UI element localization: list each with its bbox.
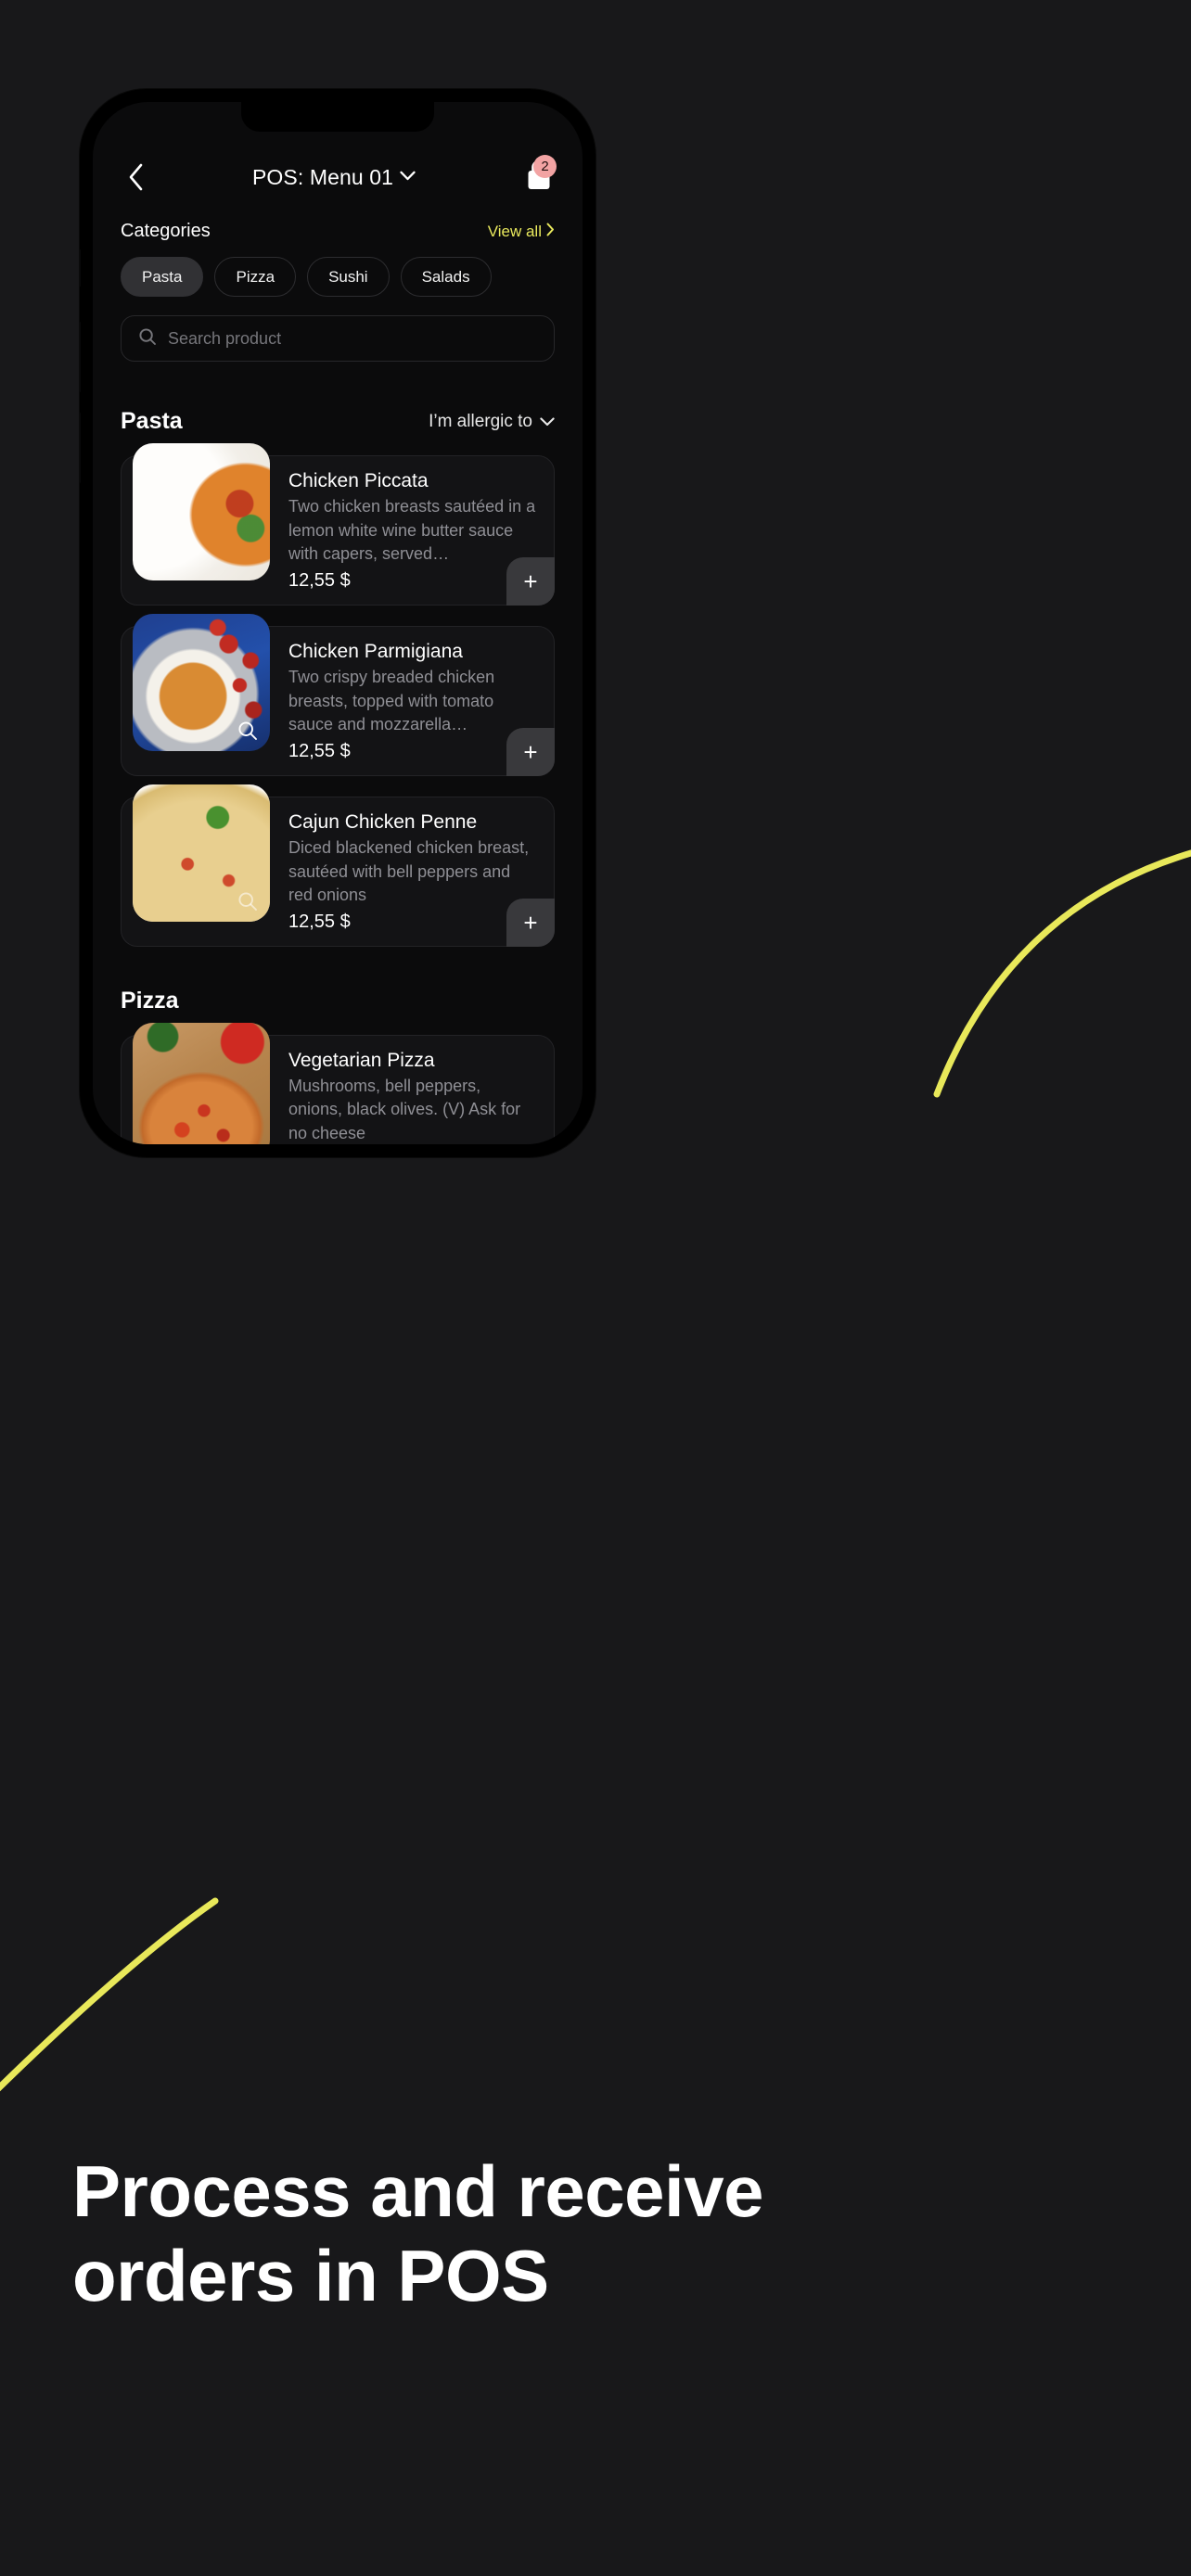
- phone-notch: [241, 102, 434, 132]
- add-to-cart-button[interactable]: +: [506, 898, 555, 947]
- add-to-cart-button[interactable]: +: [506, 727, 555, 776]
- caption-line-1: Process and receive: [72, 2150, 763, 2232]
- menu-selector[interactable]: POS: Menu 01: [152, 165, 516, 190]
- section-header-pizza: Pizza: [93, 947, 583, 1014]
- section-title: Pasta: [121, 408, 183, 434]
- section-header-pasta: Pasta I’m allergic to: [93, 380, 583, 435]
- cart-count-badge: 2: [533, 155, 557, 178]
- app-header: POS: Menu 01 2: [93, 147, 583, 208]
- view-all-label: View all: [487, 223, 542, 240]
- menu-item-price: 12,55 $: [288, 740, 351, 761]
- chevron-down-icon: [540, 412, 555, 432]
- menu-item-description: Two chicken breasts sautéed in a lemon w…: [288, 497, 536, 564]
- search-icon: [138, 327, 157, 351]
- caption-line-2: orders in POS: [72, 2235, 549, 2317]
- search-placeholder: Search product: [168, 328, 282, 348]
- menu-item-thumbnail[interactable]: [133, 613, 270, 751]
- menu-item-card[interactable]: Chicken Piccata Two chicken breasts saut…: [121, 443, 555, 606]
- category-chip-salads[interactable]: Salads: [400, 257, 492, 297]
- categories-label: Categories: [121, 221, 211, 241]
- add-to-cart-button[interactable]: +: [506, 556, 555, 606]
- menu-item-name: Cajun Chicken Penne: [288, 810, 478, 833]
- phone-device-frame: POS: Menu 01 2 Categories View all Pasta…: [80, 89, 596, 1157]
- menu-item-description: Mushrooms, bell peppers, onions, black o…: [288, 1076, 521, 1143]
- menu-item-thumbnail[interactable]: [133, 1022, 270, 1144]
- chevron-down-icon: [400, 169, 416, 185]
- promo-caption: Process and receive orders in POS: [72, 2149, 1121, 2319]
- phone-screen: POS: Menu 01 2 Categories View all Pasta…: [93, 102, 583, 1144]
- food-photo: [133, 1022, 270, 1144]
- zoom-icon[interactable]: [235, 718, 261, 744]
- phone-volume-down-button: [80, 412, 81, 484]
- category-chip-sushi[interactable]: Sushi: [307, 257, 390, 297]
- chevron-left-icon: [127, 162, 146, 192]
- phone-volume-up-button: [80, 321, 81, 393]
- menu-item-name: Vegetarian Pizza: [288, 1049, 435, 1071]
- menu-item-description: Diced blackened chicken breast, sautéed …: [288, 838, 530, 905]
- menu-item-card[interactable]: Chicken Parmigiana Two crispy breaded ch…: [121, 613, 555, 776]
- view-all-link[interactable]: View all: [488, 223, 555, 241]
- category-chip-pizza[interactable]: Pizza: [214, 257, 297, 297]
- menu-list[interactable]: Pasta I’m allergic to Chicken Piccata Tw…: [93, 380, 583, 1144]
- zoom-icon[interactable]: [235, 888, 261, 914]
- search-section: Search product: [93, 297, 583, 362]
- menu-item-thumbnail[interactable]: [133, 443, 270, 580]
- allergy-filter-dropdown[interactable]: I’m allergic to: [429, 412, 555, 432]
- section-title: Pizza: [121, 987, 179, 1014]
- menu-item-name: Chicken Piccata: [288, 470, 429, 491]
- category-chip-list: Pasta Pizza Sushi Salads: [93, 242, 583, 297]
- phone-silent-switch: [80, 249, 81, 287]
- menu-item-card[interactable]: Cajun Chicken Penne Diced blackened chic…: [121, 784, 555, 947]
- food-photo: [133, 443, 270, 580]
- menu-item-thumbnail[interactable]: [133, 784, 270, 922]
- categories-header: Categories View all: [93, 208, 583, 242]
- back-button[interactable]: [121, 161, 152, 193]
- menu-item-price: 12,55 $: [288, 911, 351, 932]
- allergy-filter-label: I’m allergic to: [429, 411, 532, 431]
- menu-item-card[interactable]: Vegetarian Pizza Mushrooms, bell peppers…: [121, 1022, 555, 1144]
- menu-item-name: Chicken Parmigiana: [288, 640, 463, 662]
- category-chip-pasta[interactable]: Pasta: [121, 257, 204, 297]
- search-input[interactable]: Search product: [121, 315, 555, 362]
- promo-screenshot: POS: Menu 01 2 Categories View all Pasta…: [0, 0, 1191, 2576]
- menu-item-description: Two crispy breaded chicken breasts, topp…: [288, 668, 495, 734]
- cart-button[interactable]: 2: [516, 155, 557, 196]
- menu-item-price: 12,55 $: [288, 569, 351, 591]
- page-title: POS: Menu 01: [251, 164, 394, 189]
- chevron-right-icon: [546, 223, 555, 241]
